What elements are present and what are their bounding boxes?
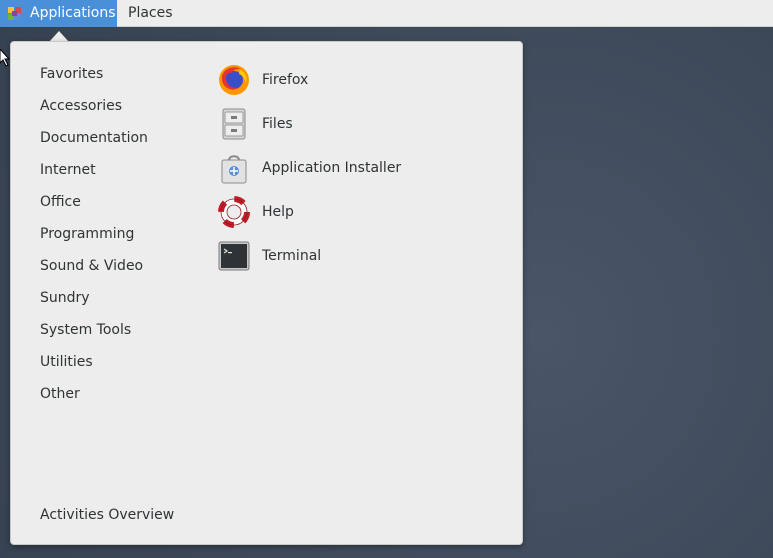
app-label-files: Files xyxy=(262,116,293,132)
app-item-application-installer[interactable]: Application Installer xyxy=(217,150,497,194)
applications-menu-label: Applications xyxy=(30,5,116,21)
help-icon xyxy=(218,196,250,228)
category-utilities[interactable]: Utilities xyxy=(40,350,148,382)
application-installer-icon xyxy=(221,155,247,184)
places-menu-label: Places xyxy=(128,5,173,21)
category-internet[interactable]: Internet xyxy=(40,158,148,190)
category-other[interactable]: Other xyxy=(40,382,148,414)
category-accessories[interactable]: Accessories xyxy=(40,94,148,126)
mouse-cursor-icon xyxy=(0,49,10,67)
category-list: Favorites Accessories Documentation Inte… xyxy=(40,62,148,414)
category-documentation[interactable]: Documentation xyxy=(40,126,148,158)
category-favorites[interactable]: Favorites xyxy=(40,62,148,94)
applications-menu-popup: Favorites Accessories Documentation Inte… xyxy=(10,41,523,545)
app-item-files[interactable]: Files xyxy=(217,106,497,150)
category-system-tools[interactable]: System Tools xyxy=(40,318,148,350)
firefox-icon xyxy=(219,65,249,95)
app-label-help: Help xyxy=(262,204,294,220)
app-item-help[interactable]: Help xyxy=(217,194,497,238)
category-programming[interactable]: Programming xyxy=(40,222,148,254)
app-item-firefox[interactable]: Firefox xyxy=(217,62,497,106)
app-list: Firefox Files Application Installer Help… xyxy=(217,62,497,282)
files-icon xyxy=(222,108,246,140)
top-bar: Applications Places xyxy=(0,0,773,27)
category-sound-video[interactable]: Sound & Video xyxy=(40,254,148,286)
app-label-terminal: Terminal xyxy=(262,248,322,264)
activities-overview-item[interactable]: Activities Overview xyxy=(40,503,174,527)
app-label-application-installer: Application Installer xyxy=(262,160,402,176)
app-label-firefox: Firefox xyxy=(262,72,309,88)
category-sundry[interactable]: Sundry xyxy=(40,286,148,318)
places-menu-button[interactable]: Places xyxy=(117,0,185,27)
category-office[interactable]: Office xyxy=(40,190,148,222)
applications-menu-button[interactable]: Applications xyxy=(0,0,117,27)
terminal-icon xyxy=(218,241,250,271)
app-item-terminal[interactable]: Terminal xyxy=(217,238,497,282)
distro-logo-icon xyxy=(8,7,21,20)
